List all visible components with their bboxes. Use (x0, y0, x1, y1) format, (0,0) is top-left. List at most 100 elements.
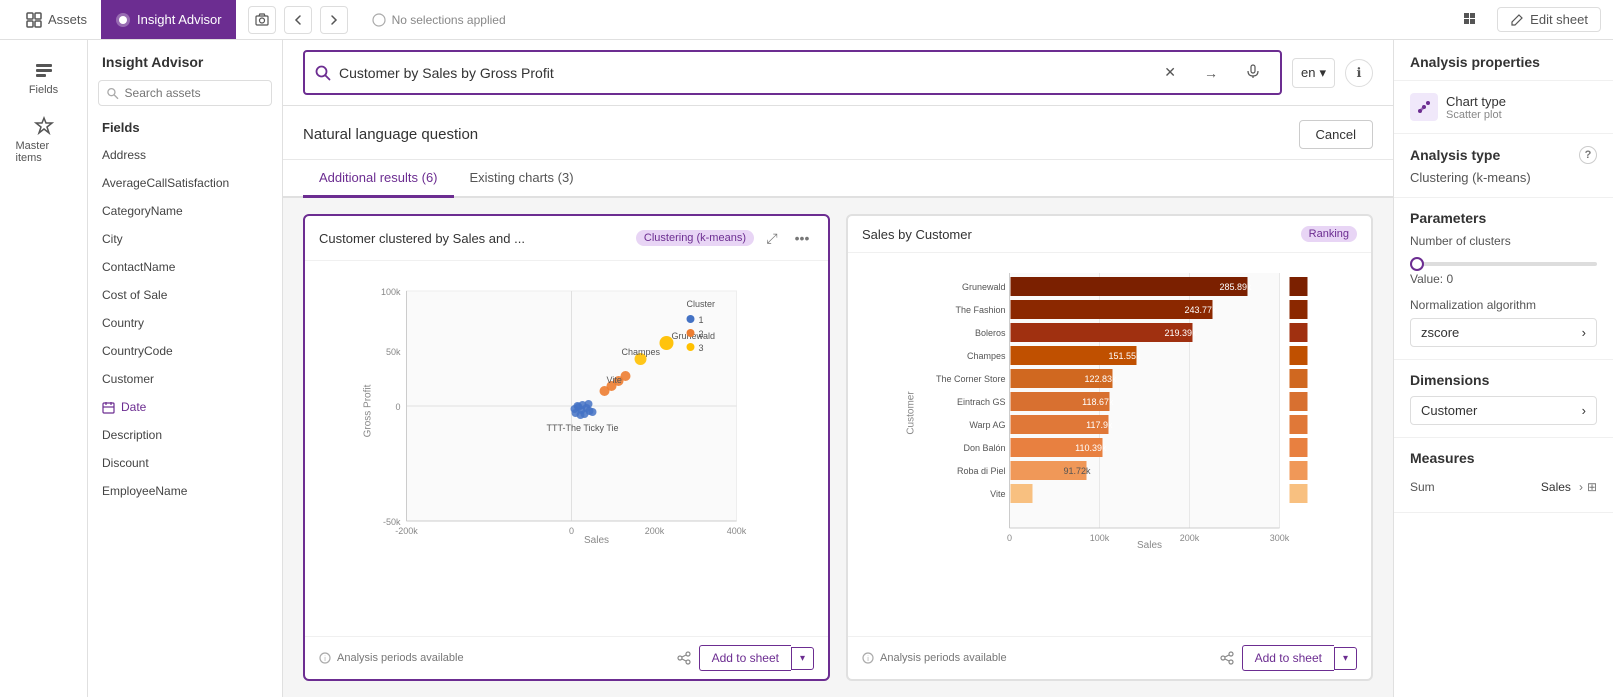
search-arrow-btn[interactable]: → (1194, 59, 1228, 87)
clear-search-btn[interactable]: ✕ (1154, 58, 1186, 87)
back-icon (291, 13, 305, 27)
norm-algo-select[interactable]: zscore › (1410, 318, 1597, 347)
screenshot-btn[interactable] (248, 6, 276, 34)
selection-bar: No selections applied (360, 13, 518, 27)
svg-text:0: 0 (1007, 533, 1012, 543)
scatter-type-icon (1410, 93, 1438, 121)
list-item[interactable]: City (88, 225, 282, 253)
dimensions-title: Dimensions (1410, 372, 1597, 388)
list-item[interactable]: CountryCode (88, 337, 282, 365)
mic-btn[interactable] (1236, 58, 1270, 87)
svg-text:Boleros: Boleros (975, 328, 1006, 338)
svg-text:151.55k: 151.55k (1108, 351, 1141, 361)
svg-text:50k: 50k (386, 347, 401, 357)
norm-algo-label: Normalization algorithm (1410, 298, 1597, 312)
svg-text:Cluster: Cluster (687, 299, 716, 309)
fields-label: Fields (29, 84, 58, 96)
main-content: ✕ → en ▾ ℹ Natural language question Can… (283, 40, 1393, 697)
analysis-type-title: Analysis type ? (1410, 146, 1597, 164)
dimension-customer-row[interactable]: Customer › (1410, 396, 1597, 425)
language-select[interactable]: en ▾ (1292, 58, 1335, 88)
list-item[interactable]: Description (88, 421, 282, 449)
list-item[interactable]: EmployeeName (88, 477, 282, 505)
svg-text:i: i (324, 656, 326, 663)
master-items-label: Master items (16, 140, 72, 164)
svg-text:Champes: Champes (622, 347, 661, 357)
norm-algo-value: zscore (1421, 325, 1459, 340)
list-item-country[interactable]: Country (88, 309, 282, 337)
chart1-expand-btn[interactable]: ⤢ (760, 226, 784, 250)
insight-advisor-tab[interactable]: Insight Advisor (101, 0, 236, 39)
clusters-slider[interactable] (1410, 262, 1597, 266)
edit-sheet-btn[interactable]: Edit sheet (1497, 7, 1601, 32)
list-item[interactable]: CategoryName (88, 197, 282, 225)
info-btn[interactable]: ℹ (1345, 59, 1373, 87)
sidebar-item-master[interactable]: Master items (4, 108, 84, 172)
search-bar-area: ✕ → en ▾ ℹ (283, 40, 1393, 106)
list-item-cost-of-sale[interactable]: Cost of Sale (88, 281, 282, 309)
fields-icon (34, 60, 54, 80)
right-panel: Analysis properties Chart type Scatter p… (1393, 40, 1613, 697)
chart1-body: Gross Profit Sales 100k 0 -50k (305, 261, 828, 636)
svg-text:117.9k: 117.9k (1086, 420, 1113, 430)
svg-text:0: 0 (395, 402, 400, 412)
tab-additional-results[interactable]: Additional results (6) (303, 160, 454, 198)
assets-panel-header: Insight Advisor (88, 40, 282, 80)
assets-panel: Insight Advisor Fields Address AverageCa… (88, 40, 283, 697)
analysis-help-btn[interactable]: ? (1579, 146, 1597, 164)
svg-text:TTT-The Ticky Tie: TTT-The Ticky Tie (547, 423, 619, 433)
measures-section: Measures Sum Sales › ⊞ (1394, 438, 1613, 513)
measure-grid-btn[interactable]: ⊞ (1587, 480, 1597, 494)
measure-expand-btn[interactable]: › (1579, 480, 1583, 494)
assets-search-box[interactable] (98, 80, 272, 106)
svg-text:Don Balón: Don Balón (963, 443, 1005, 453)
insight-icon (115, 12, 131, 28)
add-to-sheet-arrow-2[interactable]: ▾ (1334, 647, 1357, 670)
chart2-title: Sales by Customer (862, 227, 972, 242)
chevron-right-icon: › (1582, 325, 1586, 340)
list-item[interactable]: Address (88, 141, 282, 169)
list-item[interactable]: ContactName (88, 253, 282, 281)
search-assets-input[interactable] (125, 86, 263, 100)
add-to-sheet-arrow-1[interactable]: ▾ (791, 647, 814, 670)
list-item-date[interactable]: Date (88, 393, 282, 421)
analysis-type-value: Clustering (k-means) (1410, 164, 1597, 185)
edit-sheet-label: Edit sheet (1530, 12, 1588, 27)
parameters-section: Parameters Number of clusters Value: 0 N… (1394, 198, 1613, 360)
lang-label: en (1301, 65, 1315, 80)
lock-icon (372, 13, 386, 27)
svg-text:285.89k: 285.89k (1219, 282, 1252, 292)
chart2-badge: Ranking (1301, 226, 1357, 242)
info-small-icon: i (319, 652, 331, 664)
svg-text:Roba di Piel: Roba di Piel (957, 466, 1006, 476)
chart1-header-right: Clustering (k-means) ⤢ ••• (636, 226, 814, 250)
forward-btn[interactable] (320, 6, 348, 34)
assets-tab[interactable]: Assets (12, 0, 101, 39)
back-btn[interactable] (284, 6, 312, 34)
list-item[interactable]: AverageCallSatisfaction (88, 169, 282, 197)
cancel-btn[interactable]: Cancel (1299, 120, 1373, 149)
sidebar-item-fields[interactable]: Fields (4, 52, 84, 104)
grid-btn[interactable] (1457, 6, 1485, 34)
svg-text:110.39k: 110.39k (1075, 443, 1107, 453)
edit-icon (1510, 13, 1524, 27)
fields-heading[interactable]: Fields (88, 114, 282, 141)
add-to-sheet-main-1[interactable]: Add to sheet (699, 645, 791, 671)
list-item-discount[interactable]: Discount (88, 449, 282, 477)
main-search-input[interactable] (339, 65, 1146, 81)
tab-existing-charts[interactable]: Existing charts (3) (454, 160, 590, 198)
chart-type-row: Chart type Scatter plot (1410, 93, 1597, 121)
forward-icon (327, 13, 341, 27)
add-to-sheet-main-2[interactable]: Add to sheet (1242, 645, 1334, 671)
list-item-customer[interactable]: Customer (88, 365, 282, 393)
svg-text:Grunewald: Grunewald (962, 282, 1006, 292)
measure-sales-value: Sales (1541, 480, 1571, 494)
analysis-type-label: Analysis type (1410, 147, 1500, 163)
search-input-wrap: ✕ → (303, 50, 1282, 95)
chart1-menu-btn[interactable]: ••• (790, 226, 814, 250)
assets-list: Address AverageCallSatisfaction Category… (88, 141, 282, 697)
chart-type-section: Chart type Scatter plot (1394, 81, 1613, 134)
left-sidebar: Fields Master items (0, 40, 88, 697)
chart1-header: Customer clustered by Sales and ... Clus… (305, 216, 828, 261)
chart1-badge: Clustering (k-means) (636, 230, 754, 246)
